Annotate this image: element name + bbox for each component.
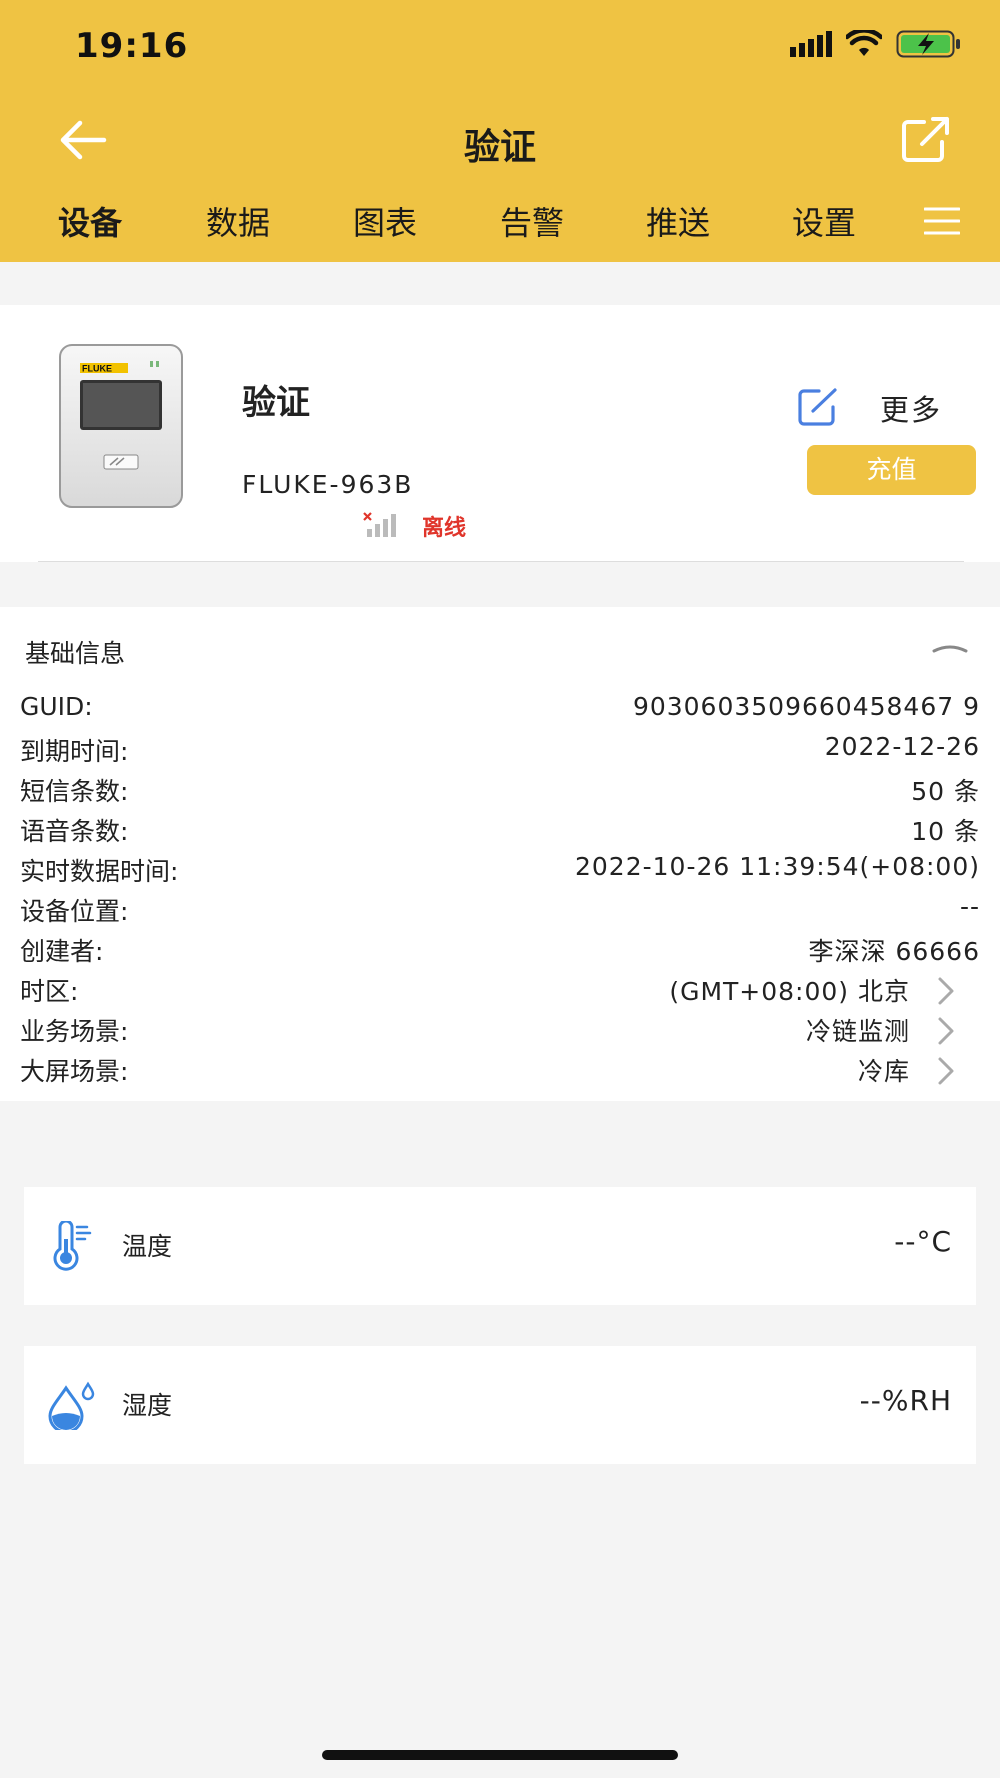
info-row-guid: GUID: 9030603509660458467 9 xyxy=(20,692,980,732)
divider xyxy=(38,561,964,562)
tab-chart[interactable]: 图表 xyxy=(353,198,417,244)
status-icons xyxy=(790,30,962,58)
info-row-business-scene[interactable]: 业务场景: 冷链监测 xyxy=(20,1012,980,1052)
collapse-icon[interactable] xyxy=(930,637,970,661)
share-icon[interactable] xyxy=(900,116,952,164)
info-value: 10 条 xyxy=(911,817,980,846)
chevron-right-icon xyxy=(938,977,954,1005)
cellular-signal-icon xyxy=(790,31,832,57)
device-brand-text: FLUKE xyxy=(82,364,112,374)
edit-icon[interactable] xyxy=(797,387,839,427)
recharge-button[interactable]: 充值 xyxy=(807,445,976,495)
device-card: FLUKE 验证 FLUKE-963B 离线 更多 充值 xyxy=(0,305,1000,562)
info-value: 2022-12-26 xyxy=(824,732,980,761)
tab-settings[interactable]: 设置 xyxy=(792,198,856,244)
chevron-right-icon xyxy=(938,1017,954,1045)
page-title: 验证 xyxy=(463,127,536,168)
info-value: 李深深 66666 xyxy=(808,937,980,966)
battery-charging-icon xyxy=(896,30,960,58)
info-label: 实时数据时间: xyxy=(20,857,179,886)
device-image: FLUKE xyxy=(59,344,183,508)
info-label: 设备位置: xyxy=(20,897,129,926)
info-value: 50 条 xyxy=(911,777,980,806)
nav-bar: 验证 xyxy=(0,100,1000,180)
sensor-temperature[interactable]: 温度 --°C xyxy=(24,1187,976,1305)
device-name: 验证 xyxy=(242,383,310,423)
info-row-creator: 创建者: 李深深 66666 xyxy=(20,932,980,972)
info-label: 短信条数: xyxy=(20,777,129,806)
info-row-sms: 短信条数: 50 条 xyxy=(20,772,980,812)
info-label: 创建者: xyxy=(20,937,104,966)
app-header: 19:16 验证 设备 数据 图表 告警 推送 设置 xyxy=(0,0,1000,262)
basic-info-card: 基础信息 GUID: 9030603509660458467 9 到期时间: 2… xyxy=(0,607,1000,1101)
tab-device[interactable]: 设备 xyxy=(58,198,122,244)
info-row-screen-scene[interactable]: 大屏场景: 冷库 xyxy=(20,1052,980,1092)
info-value: (GMT+08:00) 北京 xyxy=(669,977,910,1006)
status-time: 19:16 xyxy=(75,26,189,66)
info-row-voice: 语音条数: 10 条 xyxy=(20,812,980,852)
sensor-humidity[interactable]: 湿度 --%RH xyxy=(24,1346,976,1464)
tab-alarm[interactable]: 告警 xyxy=(500,198,564,244)
info-value: 冷链监测 xyxy=(805,1017,910,1046)
info-value: 2022-10-26 11:39:54(+08:00) xyxy=(574,852,980,881)
chevron-right-icon xyxy=(938,1057,954,1085)
info-value: 冷库 xyxy=(857,1057,910,1086)
info-label: 到期时间: xyxy=(20,737,129,766)
info-label: 业务场景: xyxy=(20,1017,129,1046)
sensor-name: 湿度 xyxy=(122,1391,173,1420)
section-title: 基础信息 xyxy=(25,639,126,668)
tab-push[interactable]: 推送 xyxy=(646,198,710,244)
thermometer-icon xyxy=(53,1221,92,1271)
hamburger-menu-icon[interactable] xyxy=(924,206,960,236)
info-row-realtime: 实时数据时间: 2022-10-26 11:39:54(+08:00) xyxy=(20,852,980,892)
more-button[interactable]: 更多 xyxy=(880,387,942,429)
tab-data[interactable]: 数据 xyxy=(206,198,270,244)
info-label: GUID: xyxy=(20,692,93,721)
home-indicator[interactable] xyxy=(322,1750,678,1760)
wifi-icon xyxy=(846,30,882,56)
info-row-expiry: 到期时间: 2022-12-26 xyxy=(20,732,980,772)
device-model: FLUKE-963B xyxy=(242,470,414,499)
sensor-name: 温度 xyxy=(122,1232,173,1261)
tab-bar: 设备 数据 图表 告警 推送 设置 xyxy=(0,198,1000,248)
status-badge: 离线 xyxy=(422,516,467,541)
no-signal-icon xyxy=(363,512,396,537)
humidity-drop-icon xyxy=(48,1381,95,1430)
sensor-value: --%RH xyxy=(859,1384,952,1417)
info-label: 大屏场景: xyxy=(20,1057,129,1086)
info-value: -- xyxy=(959,892,980,921)
info-label: 时区: xyxy=(20,977,79,1006)
sensor-value: --°C xyxy=(894,1225,952,1258)
info-row-location: 设备位置: -- xyxy=(20,892,980,932)
info-value: 9030603509660458467 9 xyxy=(632,692,980,721)
info-row-timezone[interactable]: 时区: (GMT+08:00) 北京 xyxy=(20,972,980,1012)
info-label: 语音条数: xyxy=(20,817,129,846)
